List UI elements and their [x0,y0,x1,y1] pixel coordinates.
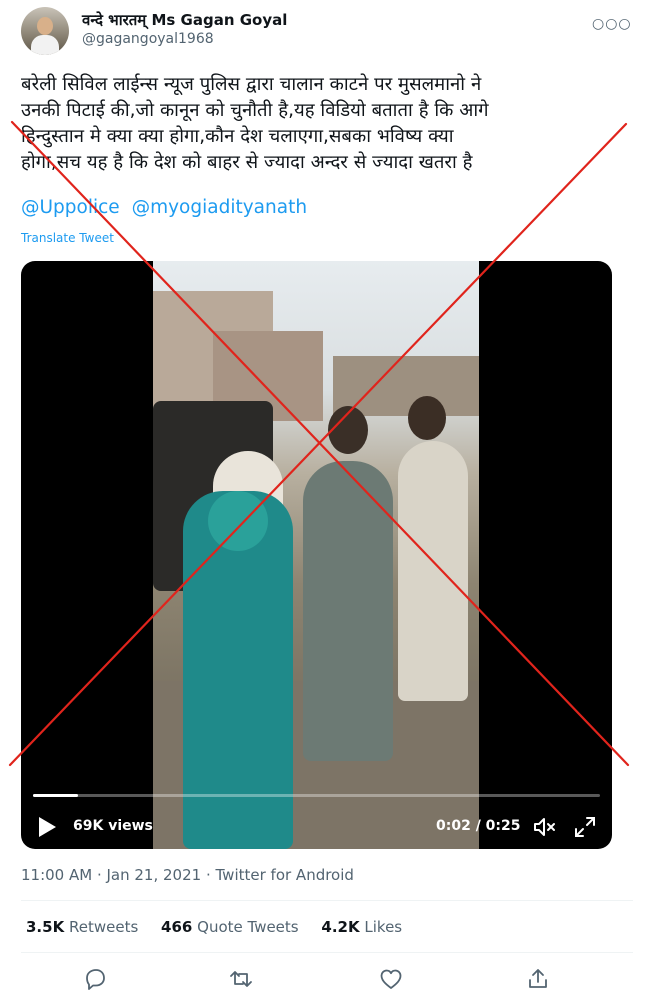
stat-label: Quote Tweets [197,918,299,936]
mention-link-uppolice[interactable]: @Uppolice [21,197,120,218]
retweet-icon[interactable] [228,966,254,992]
play-icon[interactable] [37,816,57,838]
avatar-face [37,17,53,35]
video-progress-fill [33,794,79,797]
stat-retweets[interactable]: 3.5K Retweets [26,918,138,936]
scene-person-head [328,406,368,454]
stat-label: Likes [364,918,403,936]
scene-person [398,441,468,701]
video-time: 0:02 / 0:25 [436,818,521,834]
tweet-stats: 3.5K Retweets 466 Quote Tweets 4.2K Like… [26,918,420,936]
share-icon[interactable] [525,966,551,992]
video-player[interactable]: 69K views 0:02 / 0:25 [21,261,612,849]
tweet-text: बरेली सिविल लाईन्स न्यूज पुलिस द्वारा चा… [21,72,633,176]
divider [21,900,633,901]
tweet-text-line: हिन्दुस्तान मे क्या क्या होगा,कौन देश चल… [21,126,454,147]
reply-icon[interactable] [82,966,108,992]
scene-person [303,461,393,761]
mention-link-myogiadityanath[interactable]: @myogiadityanath [132,197,307,218]
more-horizontal-icon[interactable]: ○○○ [592,16,632,32]
mute-icon[interactable] [531,814,557,840]
stat-count: 466 [161,918,193,936]
tweet-actions [0,962,652,996]
stat-count: 3.5K [26,918,65,936]
video-progress-bar[interactable] [33,794,600,797]
tweet-text-line: उनकी पिटाई की,जो कानून को चुनौती है,यह व… [21,100,489,121]
author-handle[interactable]: @gagangoyal1968 [82,31,214,47]
tweet-text-line: बरेली सिविल लाईन्स न्यूज पुलिस द्वारा चा… [21,74,482,95]
scene-person-head [208,491,268,551]
tweet-timestamp[interactable]: 11:00 AM · Jan 21, 2021 · Twitter for An… [21,866,354,884]
video-views: 69K views [73,818,153,834]
tweet-header: वन्दे भारतम् Ms Gagan Goyal @gagangoyal1… [0,0,652,62]
mentions: @Uppolice @myogiadityanath [21,197,313,218]
divider [21,952,633,953]
stat-likes[interactable]: 4.2K Likes [321,918,402,936]
fullscreen-icon[interactable] [572,814,598,840]
video-frame [153,261,479,849]
stat-count: 4.2K [321,918,360,936]
scene-person-head [408,396,446,440]
avatar[interactable] [21,7,69,55]
stat-quote-tweets[interactable]: 466 Quote Tweets [161,918,299,936]
tweet-text-line: होगा,सच यह है कि देश को बाहर से ज्यादा अ… [21,152,473,173]
avatar-body [31,35,59,55]
translate-tweet-link[interactable]: Translate Tweet [21,231,114,245]
author-display-name[interactable]: वन्दे भारतम् Ms Gagan Goyal [82,10,287,30]
stat-label: Retweets [68,918,139,936]
like-icon[interactable] [378,966,404,992]
